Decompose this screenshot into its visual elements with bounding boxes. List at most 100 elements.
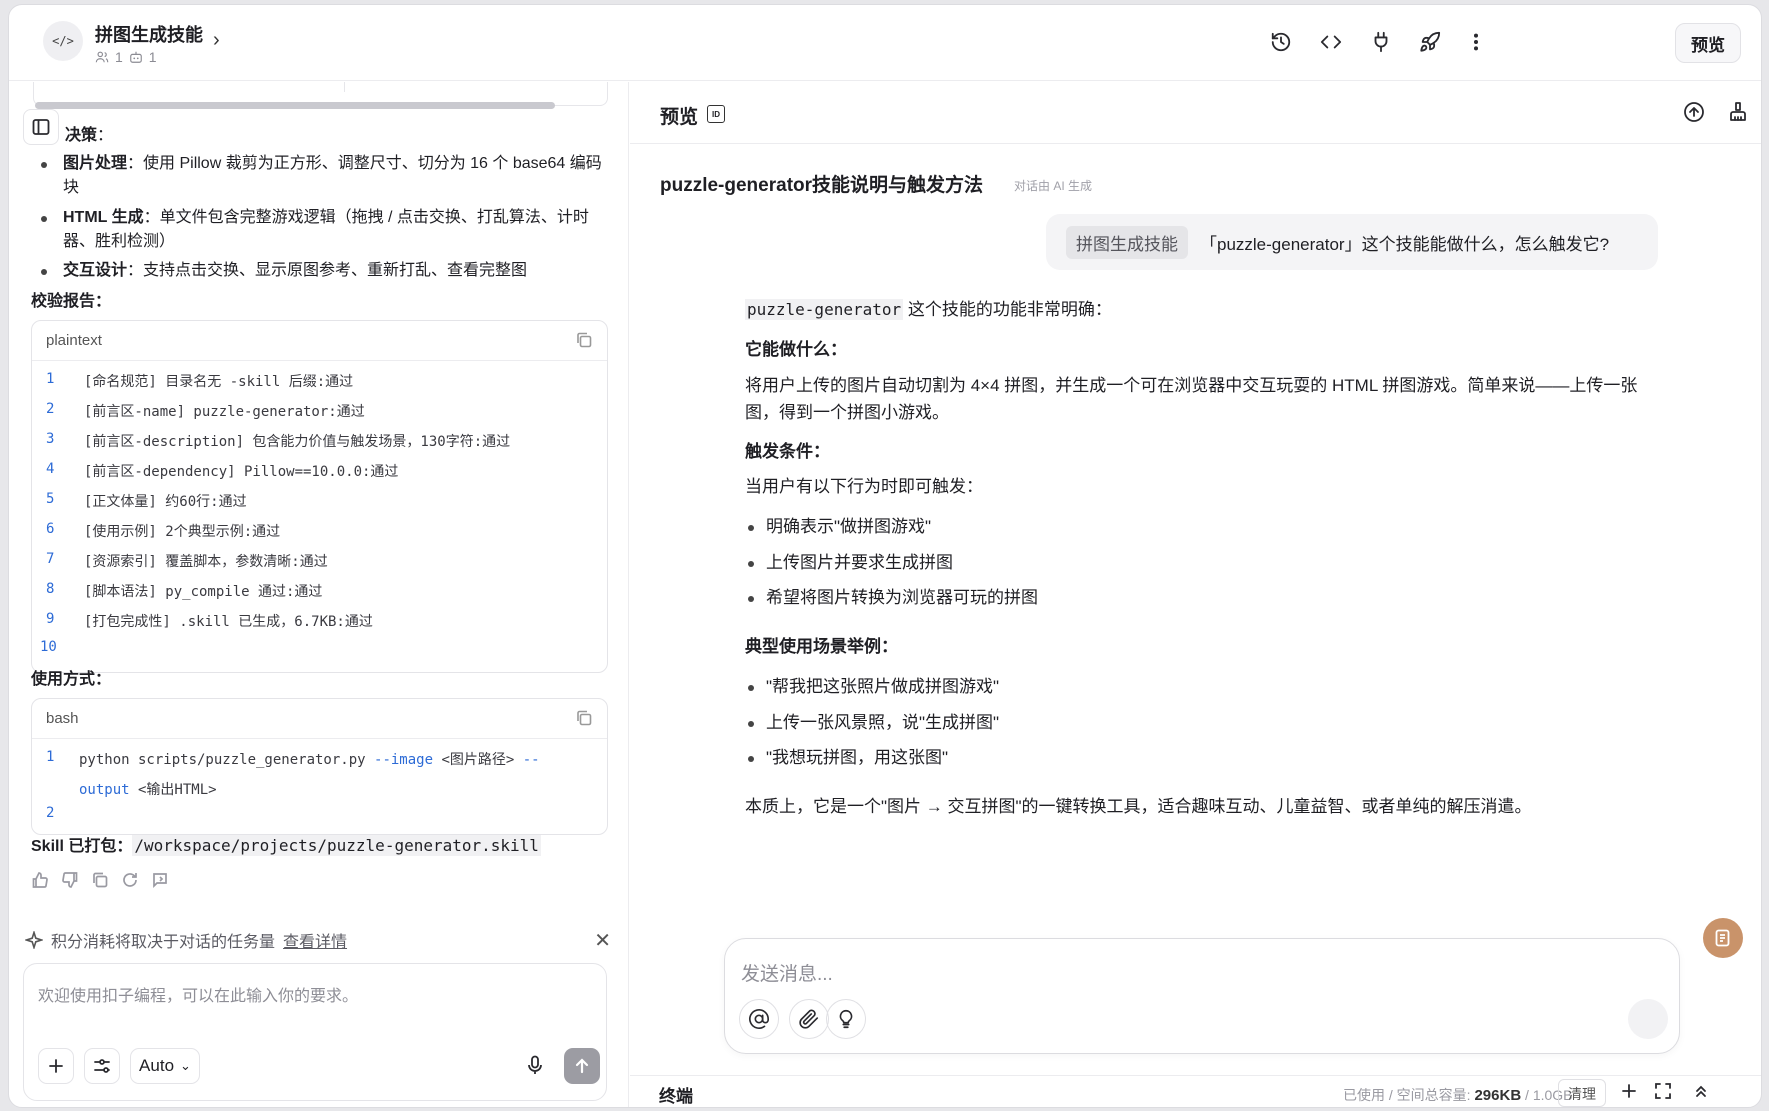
usage-used: 296KB bbox=[1474, 1087, 1522, 1104]
project-code-icon[interactable]: </> bbox=[43, 21, 83, 61]
copy-button[interactable] bbox=[575, 331, 593, 349]
new-terminal-button[interactable] bbox=[1620, 1082, 1642, 1104]
copy-icon bbox=[577, 710, 592, 726]
chevrons-up-icon bbox=[1696, 1085, 1706, 1097]
notes-float-button[interactable] bbox=[1703, 918, 1743, 958]
line-number: 10 bbox=[40, 639, 57, 655]
line-number: 5 bbox=[46, 491, 55, 507]
preview-button[interactable]: 预览 bbox=[1675, 23, 1741, 63]
refresh-icon[interactable] bbox=[121, 871, 139, 889]
more-button[interactable] bbox=[1459, 25, 1493, 59]
member-count: 1 bbox=[115, 49, 123, 65]
share-icon[interactable] bbox=[151, 871, 169, 889]
credit-notice: 积分消耗将取决于对话的任务量 查看详情 ✕ bbox=[25, 922, 619, 958]
id-badge-icon[interactable]: ID bbox=[707, 105, 725, 123]
preview-header: 预览 ID bbox=[630, 82, 1761, 144]
code-view-button[interactable] bbox=[1314, 25, 1348, 59]
decision-label: 图片处理 bbox=[63, 155, 128, 172]
chevron-right-icon[interactable]: › bbox=[213, 29, 220, 52]
trigger-item: 明确表示"做拼图游戏" bbox=[747, 512, 931, 542]
attach-button[interactable] bbox=[789, 999, 829, 1039]
sparkle-icon bbox=[25, 931, 43, 949]
plugin-button[interactable] bbox=[1364, 25, 1398, 59]
clean-button[interactable] bbox=[1726, 100, 1752, 126]
code-text: python scripts/puzzle_generator.py --ima… bbox=[79, 749, 540, 769]
settings-button[interactable] bbox=[84, 1048, 120, 1084]
horizontal-scrollbar[interactable] bbox=[35, 102, 555, 109]
chevron-down-icon: ⌄ bbox=[180, 1058, 191, 1073]
microphone-button[interactable] bbox=[524, 1054, 548, 1078]
composer-send-button[interactable] bbox=[1628, 999, 1668, 1039]
message-composer[interactable]: 发送消息... bbox=[724, 938, 1680, 1054]
decision-heading-label: 决策 bbox=[65, 127, 98, 144]
expand-terminal-button[interactable] bbox=[1692, 1082, 1714, 1104]
command-prefix: python scripts/puzzle_generator.py bbox=[79, 752, 375, 768]
packed-path: /workspace/projects/puzzle-generator.ski… bbox=[132, 835, 541, 856]
code-icon bbox=[1320, 35, 1342, 49]
project-title[interactable]: 拼图生成技能 bbox=[95, 21, 203, 47]
chat-scroll-area[interactable]: 决策： 图片处理：使用 Pillow 裁剪为正方形、调整尺寸、切分为 16 个 … bbox=[9, 82, 629, 922]
history-button[interactable] bbox=[1264, 25, 1298, 59]
upload-circle-icon bbox=[1684, 102, 1704, 122]
heading-what: 它能做什么： bbox=[745, 335, 847, 365]
upload-button[interactable] bbox=[1682, 100, 1708, 126]
composer-placeholder[interactable]: 发送消息... bbox=[741, 959, 833, 986]
packed-info: Skill 已打包：/workspace/projects/puzzle-gen… bbox=[31, 834, 541, 859]
copy-icon[interactable] bbox=[91, 871, 109, 889]
history-icon bbox=[1271, 32, 1291, 52]
sidebar-icon bbox=[32, 119, 50, 135]
what-line: 图，得到一个拼图小游戏。 bbox=[745, 403, 949, 422]
usage-sep: / bbox=[1521, 1087, 1533, 1103]
decision-item: 交互设计：支持点击交换、显示原图参考、重新打乱、查看完整图 bbox=[41, 259, 608, 283]
deploy-button[interactable] bbox=[1413, 25, 1447, 59]
chat-input-box[interactable]: 欢迎使用扣子编程，可以在此输入你的要求。 Auto ⌄ bbox=[23, 963, 607, 1101]
example-item: "帮我把这张照片做成拼图游戏" bbox=[747, 672, 999, 702]
decision-text: ：使用 Pillow 裁剪为正方形、调整尺寸、切分为 16 个 base64 编… bbox=[63, 155, 602, 196]
code-lang-text: bash bbox=[46, 710, 79, 727]
chat-input-placeholder[interactable]: 欢迎使用扣子编程，可以在此输入你的要求。 bbox=[38, 982, 358, 1006]
line-number: 3 bbox=[46, 431, 55, 447]
terminal-label[interactable]: 终端 bbox=[659, 1082, 693, 1107]
plus-icon bbox=[49, 1059, 63, 1073]
close-icon[interactable]: ✕ bbox=[594, 928, 611, 953]
preview-pane: 预览 ID puzzle-generator技能说明与触发方法 对话由 AI 生… bbox=[630, 82, 1761, 1107]
code-lang-label: plaintext bbox=[32, 321, 607, 361]
arg-image: <图片路径> bbox=[433, 752, 523, 768]
line-number: 1 bbox=[46, 749, 55, 765]
usage-prefix: 已使用 / 空间总容量: bbox=[1343, 1087, 1475, 1103]
notice-details-link[interactable]: 查看详情 bbox=[283, 928, 347, 952]
users-icon bbox=[95, 51, 109, 63]
mention-button[interactable] bbox=[739, 999, 779, 1039]
thumbs-down-icon[interactable] bbox=[61, 871, 79, 889]
copy-button[interactable] bbox=[575, 709, 593, 727]
sidebar-toggle-button[interactable] bbox=[23, 109, 59, 145]
code-text: [前言区-dependency] Pillow==10.0.0:通过 bbox=[84, 464, 399, 480]
fullscreen-icon bbox=[1655, 1083, 1671, 1099]
fullscreen-button[interactable] bbox=[1654, 1082, 1676, 1104]
add-button[interactable] bbox=[38, 1048, 74, 1084]
example-item: 上传一张风景照，说"生成拼图" bbox=[747, 708, 999, 738]
thumbs-up-icon[interactable] bbox=[31, 871, 49, 889]
table-column-divider bbox=[344, 82, 345, 92]
at-icon bbox=[749, 1009, 769, 1029]
top-header: </> 拼图生成技能 › 1 1 预览 bbox=[9, 5, 1761, 81]
code-text: [命名规范] 目录名无 -skill 后缀:通过 bbox=[84, 374, 354, 390]
code-text: [正文体量] 约60行:通过 bbox=[84, 494, 247, 510]
bot-count: 1 bbox=[148, 49, 157, 65]
clear-button[interactable]: 清理 bbox=[1558, 1079, 1606, 1107]
idea-button[interactable] bbox=[826, 999, 866, 1039]
code-text: [使用示例] 2个典型示例:通过 bbox=[84, 524, 281, 540]
code-text: output <输出HTML> bbox=[79, 779, 217, 799]
copy-icon bbox=[577, 332, 592, 348]
message-actions bbox=[31, 871, 169, 889]
line-number: 7 bbox=[46, 551, 55, 567]
notes-icon bbox=[1715, 929, 1730, 947]
preview-title: 预览 bbox=[660, 107, 699, 128]
heading-trigger: 触发条件： bbox=[745, 437, 830, 467]
conversation-subtitle: 对话由 AI 生成 bbox=[1014, 179, 1093, 193]
skill-tag[interactable]: 拼图生成技能 bbox=[1066, 225, 1188, 259]
packed-label: Skill 已打包： bbox=[31, 838, 133, 855]
decision-label: HTML 生成 bbox=[63, 209, 144, 226]
mode-select[interactable]: Auto ⌄ bbox=[130, 1048, 200, 1084]
send-button[interactable] bbox=[564, 1048, 600, 1084]
